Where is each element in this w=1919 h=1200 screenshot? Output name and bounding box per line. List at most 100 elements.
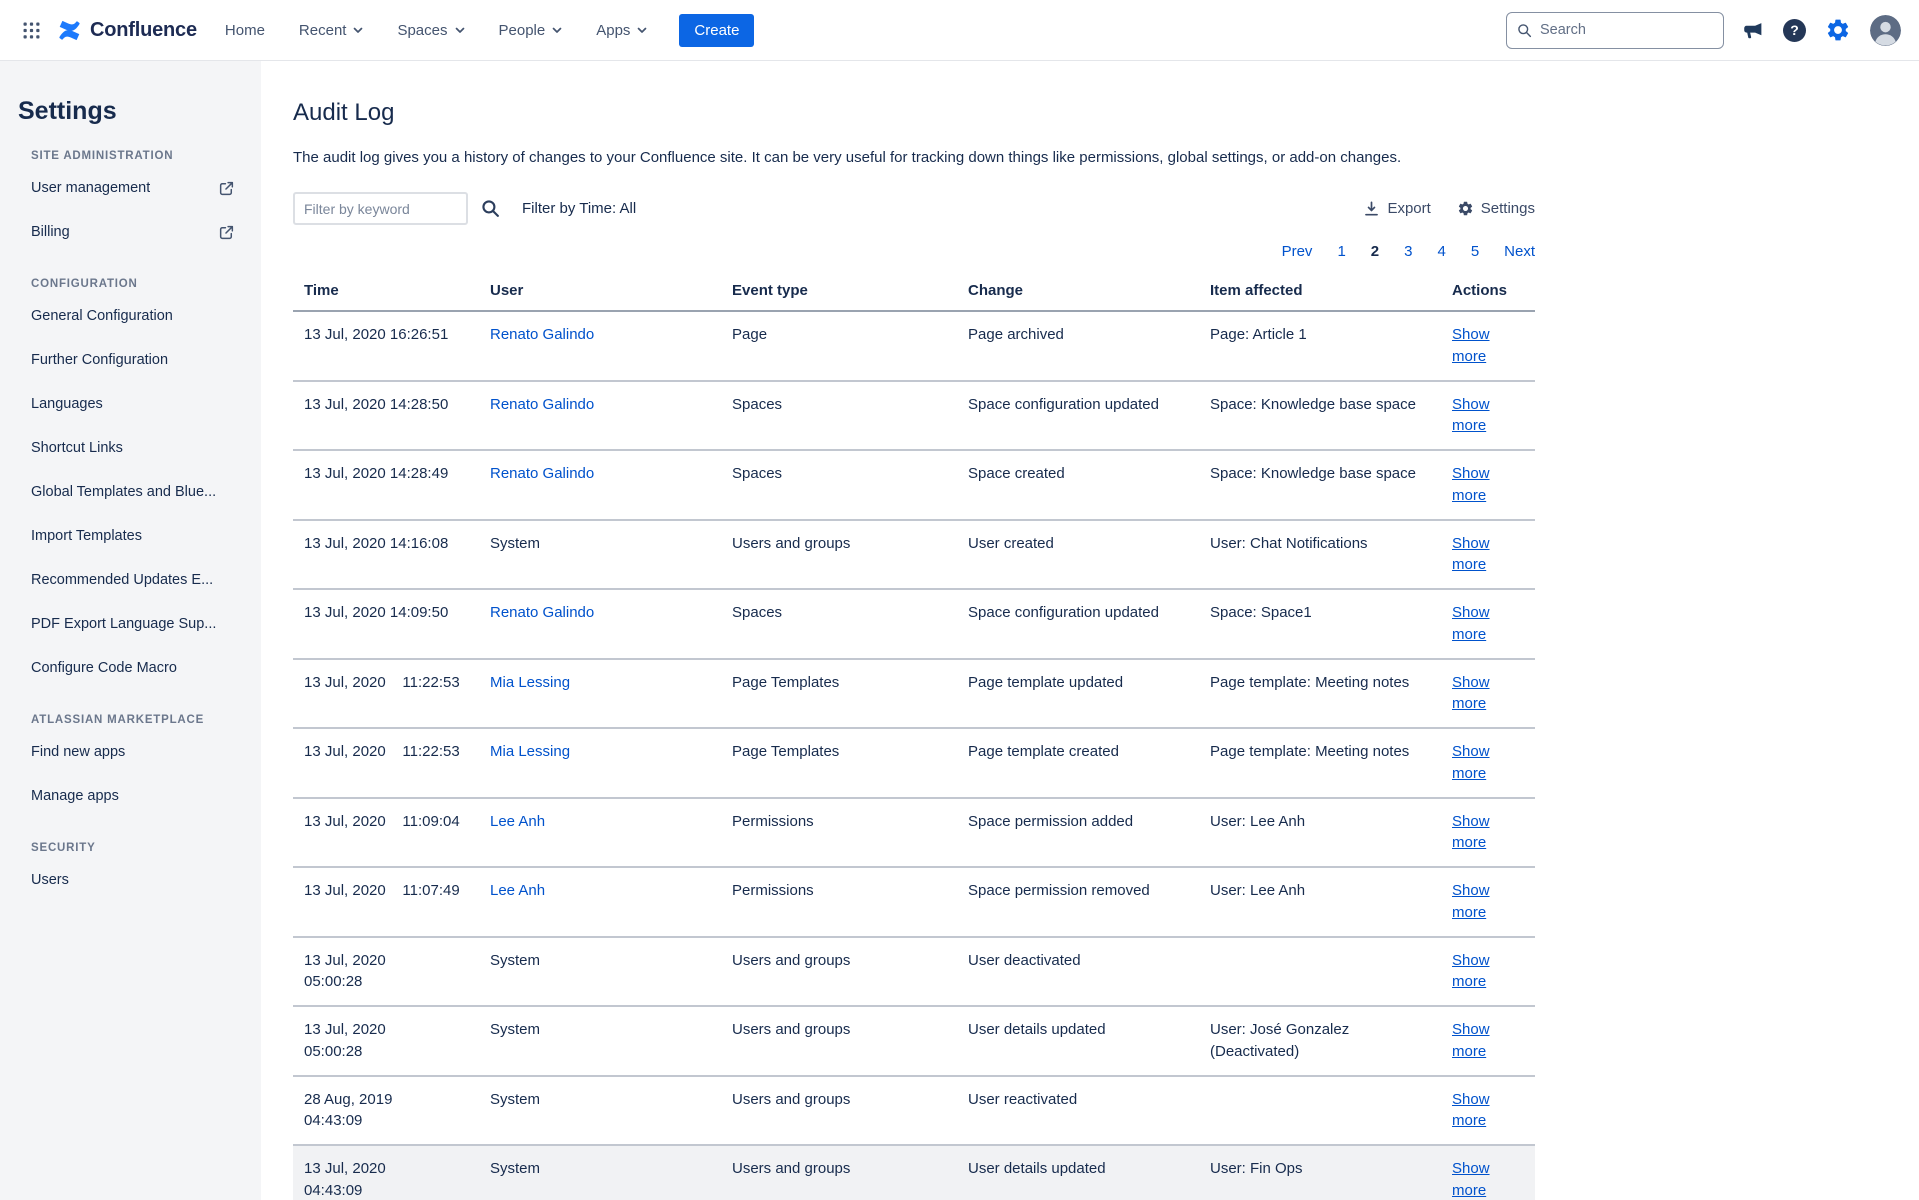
sidebar-item-label: General Configuration — [31, 308, 173, 324]
cell-time: 13 Jul, 2020 11:09:04 — [293, 798, 479, 868]
cell-user: Renato Galindo — [479, 450, 721, 520]
primary-nav: Home Recent Spaces People Apps — [225, 22, 648, 39]
nav-item-label: Spaces — [397, 22, 447, 39]
cell-user: Mia Lessing — [479, 728, 721, 798]
user-link[interactable]: Renato Galindo — [490, 465, 594, 482]
cell-time: 13 Jul, 2020 14:09:50 — [293, 589, 479, 659]
sidebar-item-user-management[interactable]: User management — [16, 166, 245, 210]
admin-settings-button[interactable] — [1825, 17, 1851, 43]
user-link[interactable]: Renato Galindo — [490, 604, 594, 621]
sidebar-item-import-templates[interactable]: Import Templates — [16, 514, 245, 558]
sidebar-item-manage-apps[interactable]: Manage apps — [16, 774, 245, 818]
table-row: 13 Jul, 2020 14:09:50 Renato Galindo Space… — [293, 589, 1535, 659]
pagination-page-2[interactable]: 2 — [1371, 243, 1379, 260]
user-link[interactable]: Renato Galindo — [490, 396, 594, 413]
cell-actions: Show more — [1441, 1076, 1535, 1146]
show-more-link[interactable]: Show more — [1452, 1091, 1490, 1130]
sidebar-item-recommended-updates-e[interactable]: Recommended Updates E... — [16, 558, 245, 602]
sidebar-item-label: Global Templates and Blue... — [31, 484, 216, 500]
show-more-link[interactable]: Show more — [1452, 1160, 1490, 1199]
avatar[interactable] — [1870, 15, 1901, 46]
user-link[interactable]: Renato Galindo — [490, 326, 594, 343]
nav-item-recent[interactable]: Recent — [299, 22, 364, 39]
user-link[interactable]: Mia Lessing — [490, 674, 570, 691]
show-more-link[interactable]: Show more — [1452, 1021, 1490, 1060]
chevron-down-icon — [637, 27, 647, 34]
user-link[interactable]: Lee Anh — [490, 882, 545, 899]
chevron-down-icon — [353, 27, 363, 34]
show-more-link[interactable]: Show more — [1452, 882, 1490, 921]
sidebar-item-users[interactable]: Users — [16, 858, 245, 902]
cell-change: User details updated — [957, 1145, 1199, 1200]
pagination-page-4[interactable]: 4 — [1437, 243, 1445, 260]
nav-item-apps[interactable]: Apps — [596, 22, 647, 39]
external-link-icon — [218, 224, 235, 241]
nav-item-label: Apps — [596, 22, 630, 39]
pagination-page-1[interactable]: 1 — [1337, 243, 1345, 260]
show-more-link[interactable]: Show more — [1452, 326, 1490, 365]
audit-log-table: TimeUserEvent typeChangeItem affectedAct… — [293, 273, 1535, 1200]
cell-change: Page template updated — [957, 659, 1199, 729]
cell-change: Space created — [957, 450, 1199, 520]
sidebar-section-heading: ATLASSIAN MARKETPLACE — [16, 714, 245, 726]
sidebar-item-shortcut-links[interactable]: Shortcut Links — [16, 426, 245, 470]
sidebar-item-label: Import Templates — [31, 528, 142, 544]
cell-user: System — [479, 1006, 721, 1076]
create-button[interactable]: Create — [679, 14, 754, 47]
cell-event-type: Users and groups — [721, 937, 957, 1007]
show-more-link[interactable]: Show more — [1452, 674, 1490, 713]
col-actions: Actions — [1441, 273, 1535, 311]
sidebar-item-further-configuration[interactable]: Further Configuration — [16, 338, 245, 382]
cell-change: Space configuration updated — [957, 589, 1199, 659]
sidebar-item-configure-code-macro[interactable]: Configure Code Macro — [16, 646, 245, 690]
audit-settings-button[interactable]: Settings — [1457, 200, 1535, 217]
show-more-link[interactable]: Show more — [1452, 813, 1490, 852]
pagination-prev[interactable]: Prev — [1282, 243, 1313, 260]
nav-item-home[interactable]: Home — [225, 22, 265, 39]
sidebar-item-label: Recommended Updates E... — [31, 572, 213, 588]
search-input[interactable] — [1540, 22, 1713, 38]
nav-item-spaces[interactable]: Spaces — [397, 22, 464, 39]
table-row: 13 Jul, 2020 11:09:04 Lee Anh Permissions S… — [293, 798, 1535, 868]
page-title: Audit Log — [293, 99, 1535, 127]
show-more-link[interactable]: Show more — [1452, 952, 1490, 991]
user-link[interactable]: Mia Lessing — [490, 743, 570, 760]
col-change: Change — [957, 273, 1199, 311]
global-search[interactable] — [1506, 12, 1724, 49]
show-more-link[interactable]: Show more — [1452, 535, 1490, 574]
megaphone-button[interactable] — [1743, 20, 1764, 41]
pagination-next[interactable]: Next — [1504, 243, 1535, 260]
cell-actions: Show more — [1441, 450, 1535, 520]
sidebar-item-pdf-export-language-sup[interactable]: PDF Export Language Sup... — [16, 602, 245, 646]
user-name: System — [490, 1160, 540, 1177]
filter-keyword-input[interactable] — [293, 192, 468, 225]
settings-label: Settings — [1481, 200, 1535, 217]
sidebar-item-languages[interactable]: Languages — [16, 382, 245, 426]
cell-actions: Show more — [1441, 520, 1535, 590]
cell-user: Lee Anh — [479, 798, 721, 868]
col-time: Time — [293, 273, 479, 311]
sidebar-item-general-configuration[interactable]: General Configuration — [16, 294, 245, 338]
confluence-logo[interactable]: Confluence — [56, 17, 197, 44]
show-more-link[interactable]: Show more — [1452, 604, 1490, 643]
show-more-link[interactable]: Show more — [1452, 396, 1490, 435]
show-more-link[interactable]: Show more — [1452, 743, 1490, 782]
sidebar-item-billing[interactable]: Billing — [16, 210, 245, 254]
pagination-page-3[interactable]: 3 — [1404, 243, 1412, 260]
sidebar-item-global-templates-and-blue[interactable]: Global Templates and Blue... — [16, 470, 245, 514]
help-button[interactable]: ? — [1783, 19, 1806, 42]
cell-time: 13 Jul, 2020 14:28:50 — [293, 381, 479, 451]
app-switcher-icon[interactable] — [14, 13, 48, 47]
sidebar-title: Settings — [16, 97, 245, 126]
pagination-page-5[interactable]: 5 — [1471, 243, 1479, 260]
filter-search-button[interactable] — [481, 199, 500, 218]
user-link[interactable]: Lee Anh — [490, 813, 545, 830]
show-more-link[interactable]: Show more — [1452, 465, 1490, 504]
time-filter[interactable]: Filter by Time: All — [522, 200, 636, 217]
export-button[interactable]: Export — [1363, 200, 1430, 217]
sidebar-item-find-new-apps[interactable]: Find new apps — [16, 730, 245, 774]
cell-event-type: Permissions — [721, 798, 957, 868]
sidebar-sections: SITE ADMINISTRATIONUser managementBillin… — [16, 150, 245, 902]
cell-item-affected: User: Chat Notifications — [1199, 520, 1441, 590]
nav-item-people[interactable]: People — [499, 22, 563, 39]
